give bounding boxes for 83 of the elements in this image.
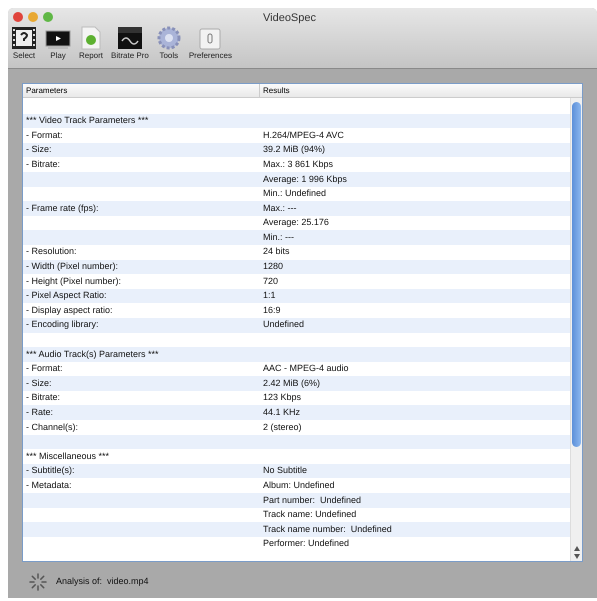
parameter-cell: *** Miscellaneous *** [26,450,110,461]
result-cell: Average: 25.176 [263,217,329,228]
parameter-cell: - Size: [26,378,52,388]
parameter-cell: *** Audio Track(s) Parameters *** [26,348,159,359]
parameter-cell: - Resolution: [26,246,77,256]
zoom-button[interactable] [43,12,53,22]
result-cell: 16:9 [263,304,281,315]
result-cell: Album: Undefined [263,480,335,490]
table-row[interactable]: Min.: --- [23,230,570,245]
result-cell: 2.42 MiB (6%) [263,378,320,388]
result-cell: Min.: --- [263,232,294,242]
toolbar-button[interactable]: Bitrate Pro [110,26,150,61]
result-cell: No Subtitle [263,465,308,476]
result-cell: 123 Kbps [263,392,302,402]
result-cell: Track name number: Undefined [263,524,392,534]
table-row[interactable]: Average: 1 996 Kbps [23,172,570,187]
document-icon [80,26,102,50]
result-cell: Max.: --- [263,202,296,213]
parameter-cell: - Format: [26,363,63,374]
table-row[interactable]: - Encoding library: Undefined [23,318,570,332]
column-header[interactable]: Results [260,84,582,97]
parameter-cell: - Rate: [26,407,54,418]
result-cell: Min.: Undefined [263,188,326,198]
table-row[interactable]: *** Video Track Parameters *** [23,114,570,128]
table-row[interactable]: - Subtitle(s): No Subtitle [23,464,570,478]
scroll-up-icon[interactable] [574,546,580,551]
result-cell: 39.2 MiB (94%) [263,144,326,154]
result-cell: 24 bits [263,246,290,256]
result-cell: Part number: Undefined [263,494,362,505]
clapperboard-icon [116,26,143,50]
spinner-icon [28,572,48,592]
result-cell: 720 [263,276,278,286]
table-row[interactable]: - Size: 2.42 MiB (6%) [23,376,570,391]
result-cell: 1:1 [263,290,276,300]
table-row[interactable]: - Size: 39.2 MiB (94%) [23,142,570,158]
parameter-cell: - Format: [26,130,63,140]
parameter-cell: - Frame rate (fps): [26,202,99,213]
result-cell: Max.: 3 861 Kbps [263,158,334,169]
toolbar-button[interactable]: Preferences [188,28,233,61]
parameter-cell: - Subtitle(s): [26,465,75,476]
scroll-down-icon[interactable] [574,554,580,559]
scrollbar[interactable] [570,98,582,561]
result-cell: Undefined [263,319,304,330]
result-cell: H.264/MPEG-4 AVC [263,130,344,140]
parameter-cell: - Width (Pixel number): [26,261,118,272]
table-row[interactable]: Track name number: Undefined [23,522,570,537]
toolbar-button[interactable]: Select [10,26,38,61]
parameter-cell: - Encoding library: [26,319,99,330]
parameter-cell: - Height (Pixel number): [26,276,122,286]
column-header[interactable]: Parameters [23,84,260,97]
parameter-cell: *** Video Track Parameters *** [26,115,148,126]
parameter-cell: - Channel(s): [26,422,78,432]
result-cell: 44.1 KHz [263,407,300,418]
result-cell: Performer: Undefined [263,538,350,548]
table-row[interactable]: - Width (Pixel number): 1280 [23,260,570,274]
parameter-cell: - Pixel Aspect Ratio: [26,290,107,300]
status-text: Analysis of: video.mp4 [56,575,149,588]
toolbar-button[interactable]: Tools [156,26,182,61]
result-cell: 1280 [263,261,284,272]
minimize-button[interactable] [28,12,38,22]
scrollbar-thumb[interactable] [572,102,581,447]
parameter-cell: - Size: [26,144,52,154]
monitor-play-icon [45,30,71,50]
parameter-cell: - Display aspect ratio: [26,304,113,315]
result-cell: AAC - MPEG-4 audio [263,363,349,374]
table-row[interactable]: - Rate: 44.1 KHz [23,405,570,420]
parameter-cell: - Metadata: [26,480,72,490]
parameter-cell: - Bitrate: [26,158,60,169]
result-cell: Average: 1 996 Kbps [263,174,347,184]
parameter-cell: - Bitrate: [26,392,60,402]
table-row[interactable]: *** Audio Track(s) Parameters *** [23,347,570,362]
toolbar-button[interactable]: Play [44,30,72,61]
table-row[interactable]: - Frame rate (fps): Max.: --- [23,201,570,216]
window-title: VideoSpec [263,11,316,26]
table-row[interactable]: Part number: Undefined [23,493,570,508]
gear-icon [156,26,181,50]
result-cell: 2 (stereo) [263,422,302,432]
result-cell: Track name: Undefined [263,509,356,520]
close-button[interactable] [13,12,23,22]
switch-icon [199,28,222,50]
film-question-icon [11,26,37,50]
toolbar-button[interactable]: Report [78,26,104,61]
table-row[interactable]: - Pixel Aspect Ratio: 1:1 [23,288,570,304]
